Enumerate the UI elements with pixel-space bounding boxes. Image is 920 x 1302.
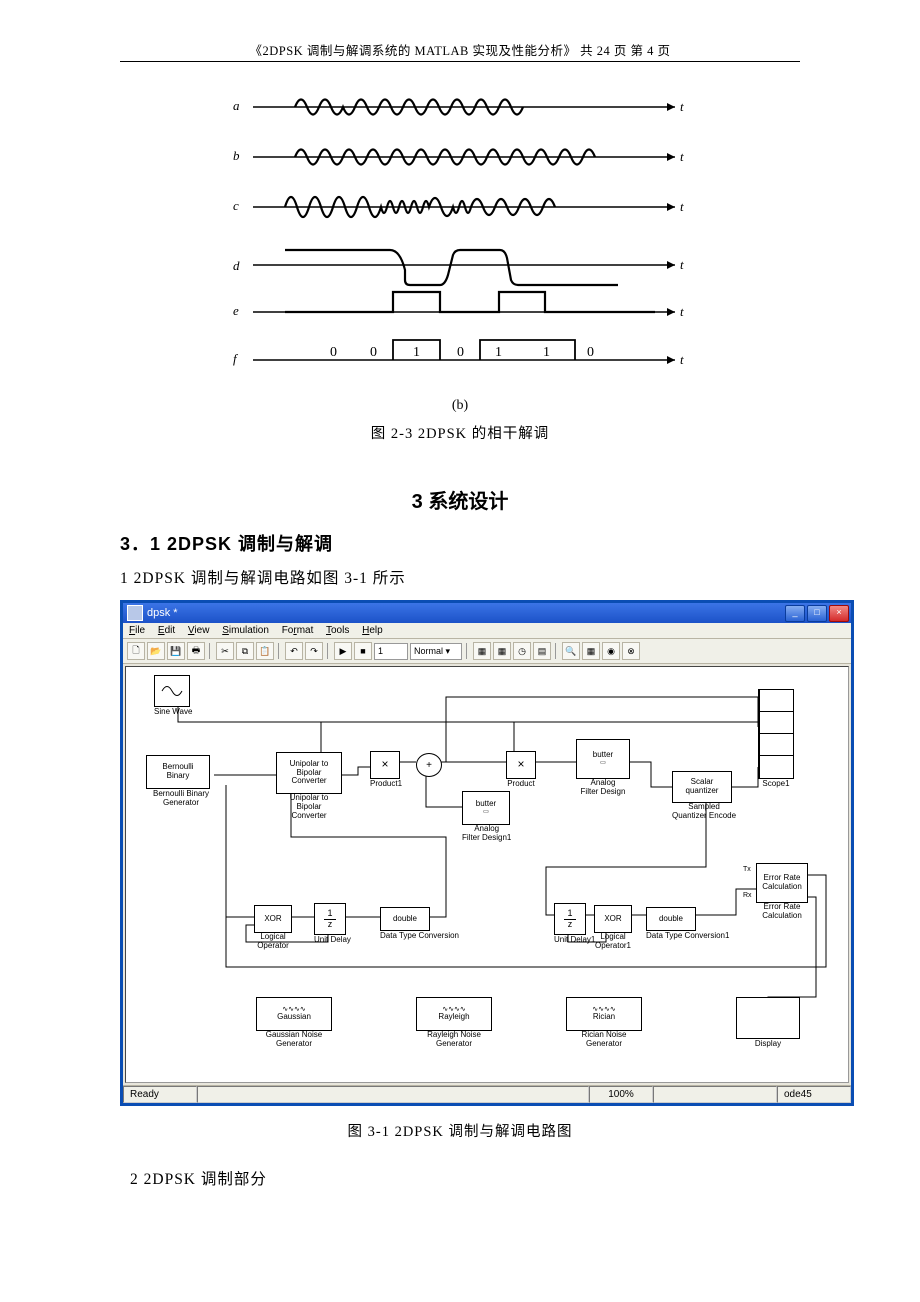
wave-label-f: f <box>233 351 239 366</box>
figure-2-3-caption: 图 2-3 2DPSK 的相干解调 <box>120 422 800 443</box>
block-unit-delay-1[interactable]: 1z Unit Delay1 <box>554 903 595 945</box>
statusbar: Ready 100% ode45 <box>123 1085 851 1103</box>
tool-icon-6[interactable]: ▦ <box>582 642 600 660</box>
block-bernoulli[interactable]: BernoulliBinary Bernoulli Binary Generat… <box>146 755 216 808</box>
redo-icon[interactable]: ↷ <box>305 642 323 660</box>
close-button[interactable]: × <box>829 605 849 622</box>
svg-text:t: t <box>680 99 684 114</box>
caption-b: (b) <box>120 398 800 414</box>
menu-view[interactable]: View <box>188 625 210 636</box>
svg-text:0: 0 <box>587 345 594 360</box>
menu-format[interactable]: Format <box>282 625 314 636</box>
stop-time-field[interactable]: 1 <box>374 643 408 660</box>
tool-icon-2[interactable]: ▦ <box>493 642 511 660</box>
block-analog-filter[interactable]: butter▭ AnalogFilter Design <box>576 739 630 797</box>
block-dtc[interactable]: double Data Type Conversion <box>380 907 459 941</box>
wave-label-c: c <box>233 198 239 213</box>
toolbar: 🗋 📂 💾 🖶 ✂ ⧉ 📋 ↶ ↷ ▶ ■ 1 Normal ▾ ▦ ▦ ◷ ▤… <box>123 639 851 664</box>
svg-text:t: t <box>680 257 684 272</box>
print-icon[interactable]: 🖶 <box>187 642 205 660</box>
tool-icon-8[interactable]: ⊗ <box>622 642 640 660</box>
block-error-rate[interactable]: TxRxError RateCalculation Error RateCalc… <box>756 863 808 921</box>
new-icon[interactable]: 🗋 <box>127 642 145 660</box>
save-icon[interactable]: 💾 <box>167 642 185 660</box>
tool-icon-3[interactable]: ◷ <box>513 642 531 660</box>
window-title: dpsk * <box>147 607 178 619</box>
paste-icon[interactable]: 📋 <box>256 642 274 660</box>
svg-text:1: 1 <box>543 345 550 360</box>
block-sum[interactable]: + <box>416 753 442 777</box>
tool-icon-7[interactable]: ◉ <box>602 642 620 660</box>
window-titlebar: dpsk * _ □ × <box>123 603 851 623</box>
body-line-1: 1 2DPSK 调制与解调电路如图 3-1 所示 <box>120 566 800 588</box>
block-sine-wave[interactable]: Sine Wave <box>154 675 192 717</box>
minimize-button[interactable]: _ <box>785 605 805 622</box>
svg-text:1: 1 <box>413 345 420 360</box>
wave-label-b: b <box>233 148 240 163</box>
maximize-button[interactable]: □ <box>807 605 827 622</box>
svg-text:0: 0 <box>457 345 464 360</box>
block-dtc-1[interactable]: double Data Type Conversion1 <box>646 907 729 941</box>
status-solver: ode45 <box>777 1086 851 1103</box>
svg-text:t: t <box>680 352 684 367</box>
simulink-window: dpsk * _ □ × File Edit View Simulation F… <box>120 600 854 1106</box>
menu-tools[interactable]: Tools <box>326 625 349 636</box>
wave-label-d: d <box>233 258 240 273</box>
body-line-2: 2 2DPSK 调制部分 <box>130 1167 800 1189</box>
tool-icon-4[interactable]: ▤ <box>533 642 551 660</box>
block-xor-1[interactable]: XOR LogicalOperator1 <box>594 905 632 951</box>
tool-icon-1[interactable]: ▦ <box>473 642 491 660</box>
block-unipolar-bipolar[interactable]: Unipolar toBipolarConverter Unipolar toB… <box>276 752 342 820</box>
mode-select[interactable]: Normal ▾ <box>410 643 462 660</box>
svg-text:1: 1 <box>495 345 502 360</box>
play-icon[interactable]: ▶ <box>334 642 352 660</box>
svg-text:0: 0 <box>370 345 377 360</box>
block-unit-delay[interactable]: 1z Unit Delay <box>314 903 351 945</box>
menu-simulation[interactable]: Simulation <box>222 625 269 636</box>
svg-text:t: t <box>680 149 684 164</box>
open-icon[interactable]: 📂 <box>147 642 165 660</box>
cut-icon[interactable]: ✂ <box>216 642 234 660</box>
wave-label-e: e <box>233 303 239 318</box>
block-display[interactable]: Display <box>736 997 800 1049</box>
status-zoom: 100% <box>589 1086 653 1103</box>
status-ready: Ready <box>123 1086 197 1103</box>
page-header: 《2DPSK 调制与解调系统的 MATLAB 实现及性能分析》 共 24 页 第… <box>120 40 800 62</box>
block-analog-filter-1[interactable]: butter▭ AnalogFilter Design1 <box>462 791 511 843</box>
figure-waveforms: a b c d e f <box>225 80 695 390</box>
svg-text:t: t <box>680 304 684 319</box>
block-rician[interactable]: ∿∿∿∿Rician Rician NoiseGenerator <box>566 997 642 1049</box>
menubar[interactable]: File Edit View Simulation Format Tools H… <box>123 623 851 639</box>
block-rayleigh[interactable]: ∿∿∿∿Rayleigh Rayleigh NoiseGenerator <box>416 997 492 1049</box>
simulink-canvas[interactable]: Sine Wave BernoulliBinary Bernoulli Bina… <box>125 666 849 1083</box>
svg-text:t: t <box>680 199 684 214</box>
undo-icon[interactable]: ↶ <box>285 642 303 660</box>
svg-text:0: 0 <box>330 345 337 360</box>
copy-icon[interactable]: ⧉ <box>236 642 254 660</box>
block-gaussian[interactable]: ∿∿∿∿Gaussian Gaussian NoiseGenerator <box>256 997 332 1049</box>
app-icon <box>127 605 143 621</box>
menu-help[interactable]: Help <box>362 625 383 636</box>
block-scope[interactable]: Scope1 <box>758 689 794 789</box>
block-product[interactable]: × Product <box>506 751 536 789</box>
menu-file[interactable]: File <box>129 625 145 636</box>
wave-label-a: a <box>233 98 240 113</box>
stop-icon[interactable]: ■ <box>354 642 372 660</box>
block-xor[interactable]: XOR LogicalOperator <box>254 905 292 951</box>
block-scalar-quantizer[interactable]: Scalarquantizer SampledQuantizer Encode <box>672 771 736 821</box>
figure-3-1-caption: 图 3-1 2DPSK 调制与解调电路图 <box>120 1120 800 1141</box>
menu-edit[interactable]: Edit <box>158 625 175 636</box>
block-product1[interactable]: × Product1 <box>370 751 402 789</box>
tool-icon-5[interactable]: 🔍 <box>562 642 580 660</box>
subsection-3-1: 3．1 2DPSK 调制与解调 <box>120 530 800 556</box>
section-3-title: 3 系统设计 <box>120 485 800 514</box>
